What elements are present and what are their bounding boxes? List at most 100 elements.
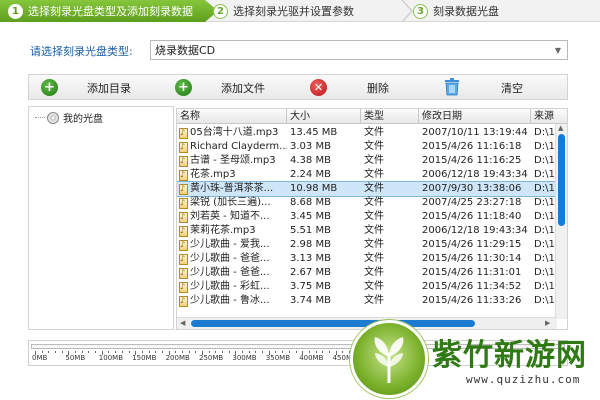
file-source: D:\1 [534,183,555,194]
file-row[interactable]: 少儿歌曲 - 爸爸... 3.13 MB 文件 2015/4/26 11:30:14 D… [177,252,555,266]
file-type: 文件 [364,141,384,152]
file-name-cell: 少儿歌曲 - 爸爸... [179,266,287,280]
bamboo-logo-mark [374,337,404,383]
file-source: D:\1 [534,211,555,222]
ruler-minor-tick [242,351,244,353]
file-name-cell: 黄小珠-普洱茶茶... [179,182,287,196]
column-header-source[interactable]: 来源 [531,109,567,124]
ruler-minor-tick [141,351,143,353]
file-size: 3.45 MB [290,211,331,222]
music-file-icon [179,196,188,210]
file-row[interactable]: 少儿歌曲 - 爸爸... 2.67 MB 文件 2015/4/26 11:31:01 D… [177,266,555,280]
file-row[interactable]: 黄小珠-普洱茶茶... 10.98 MB 文件 2007/9/30 13:38:06 D… [177,181,556,197]
file-source: D:\1 [534,239,555,250]
music-file-icon [179,252,188,266]
music-file-icon [179,280,188,294]
file-row[interactable]: Richard Clayderm...3.03 MB 文件 2015/4/26 11… [177,140,555,154]
ruler-minor-tick [115,351,117,353]
scroll-up-icon[interactable]: ▲ [558,124,563,132]
ruler-label: 400MB [299,354,324,362]
file-date: 2015/4/26 11:16:18 [422,141,522,152]
file-name-cell: 刘若英 - 知道不... [179,210,287,224]
file-name-cell: 少儿歌曲 - 鲁冰... [179,294,287,308]
file-row[interactable]: 茉莉花茶.mp3 5.51 MB 文件 2006/12/18 19:43:34 D:\1 [177,224,555,238]
file-source: D:\1 [534,281,555,292]
file-size: 4.38 MB [290,155,331,166]
music-file-icon [179,154,188,168]
file-row[interactable]: 花茶.mp3 2.24 MB 文件 2006/12/18 19:43:34 D:\1 [177,168,555,182]
file-row[interactable]: 刘若英 - 知道不... 3.45 MB 文件 2015/4/26 11:18:40 D… [177,210,555,224]
ruler-label: 350MB [265,354,290,362]
ruler-minor-tick [308,351,310,353]
file-name: 05台湾十八道.mp3 [190,127,279,138]
disc-tree-panel: 我的光盘 [28,106,174,330]
file-date: 2007/10/11 13:19:44 [422,127,528,138]
disc-type-value: 烧录数据CD [155,44,216,57]
music-file-icon [179,126,188,140]
add-file-label[interactable]: 添加文件 [221,80,265,96]
file-row[interactable]: 少儿歌曲 - 彩虹... 3.75 MB 文件 2015/4/26 11:34:52 D… [177,280,555,294]
file-name-cell: 少儿歌曲 - 爸爸... [179,252,287,266]
file-date: 2007/9/30 13:38:06 [422,183,522,194]
step-3[interactable]: 3 刻录数据光盘 [405,0,600,22]
file-size: 10.98 MB [290,183,338,194]
add-directory-button[interactable]: + [41,75,58,99]
column-header-type[interactable]: 类型 [361,109,419,124]
add-file-button[interactable]: + [175,75,192,99]
file-name-cell: 茉莉花茶.mp3 [179,224,287,238]
step-2[interactable]: 2 选择刻录光驱并设置参数 [205,0,415,22]
toolbar: + 添加目录 + 添加文件 ✕ 删除 清空 [28,74,568,100]
file-size: 3.03 MB [290,141,331,152]
file-row[interactable]: 古谱 - 圣母颂.mp3 4.38 MB 文件 2015/4/26 11:16:25 D… [177,154,555,168]
file-type: 文件 [364,253,384,264]
ruler-minor-tick [195,351,197,353]
tree-item-my-disc[interactable]: 我的光盘 [35,110,103,125]
column-header-date[interactable]: 修改日期 [419,109,531,124]
file-date: 2015/4/26 11:16:25 [422,155,522,166]
delete-button[interactable]: ✕ [310,75,327,99]
file-name-cell: 梁锐 (加长三遍)... [179,196,287,210]
file-type: 文件 [364,155,384,166]
column-header-size[interactable]: 大小 [287,109,361,124]
file-type: 文件 [364,127,384,138]
music-file-icon [179,140,188,154]
ruler-minor-tick [322,351,324,353]
disc-type-select[interactable]: 烧录数据CD ▼ [150,40,568,60]
ruler-minor-tick [128,351,130,353]
trash-icon [445,78,459,96]
vertical-scroll-thumb[interactable] [558,134,565,226]
ruler-minor-tick [108,351,110,353]
file-name: 少儿歌曲 - 爱我... [190,239,270,250]
step-1-label: 选择刻录光盘类型及添加刻录数据 [28,5,193,18]
music-file-icon [179,224,188,238]
column-header-name[interactable]: 名称 [177,109,287,124]
file-name-cell: 少儿歌曲 - 爱我... [179,238,287,252]
vertical-scrollbar[interactable]: ▲ [555,124,567,319]
ruler-minor-tick [315,351,317,353]
tree-item-label: 我的光盘 [63,114,103,125]
file-name: 黄小珠-普洱茶茶... [190,183,274,194]
file-row[interactable]: 梁锐 (加长三遍)... 8.68 MB 文件 2007/4/25 23:27:18 D… [177,196,555,210]
ruler-minor-tick [175,351,177,353]
watermark-brand: 紫竹新游网 [432,338,587,373]
ruler-minor-tick [121,351,123,353]
ruler-minor-tick [188,351,190,353]
clear-label[interactable]: 清空 [501,80,523,96]
file-row[interactable]: 05台湾十八道.mp3 13.45 MB 文件 2007/10/11 13:19:44… [177,126,555,140]
clear-button[interactable] [444,75,460,99]
add-directory-label[interactable]: 添加目录 [87,80,131,96]
ruler-minor-tick [55,351,57,353]
file-size: 3.74 MB [290,295,331,306]
file-type: 文件 [364,239,384,250]
ruler-minor-tick [48,351,50,353]
chevron-down-icon[interactable]: ▼ [551,43,565,57]
delete-label[interactable]: 删除 [367,80,389,96]
file-row[interactable]: 少儿歌曲 - 爱我... 2.98 MB 文件 2015/4/26 11:29:15 D… [177,238,555,252]
tree-connector [35,117,45,118]
step-1[interactable]: 1 选择刻录光盘类型及添加刻录数据 [0,0,218,22]
file-size: 5.51 MB [290,225,331,236]
ruler-minor-tick [75,351,77,353]
file-row[interactable]: 少儿歌曲 - 鲁冰... 3.74 MB 文件 2015/4/26 11:33:26 D… [177,294,555,308]
file-size: 2.24 MB [290,169,331,180]
scroll-left-icon[interactable]: ◀ [180,319,185,327]
